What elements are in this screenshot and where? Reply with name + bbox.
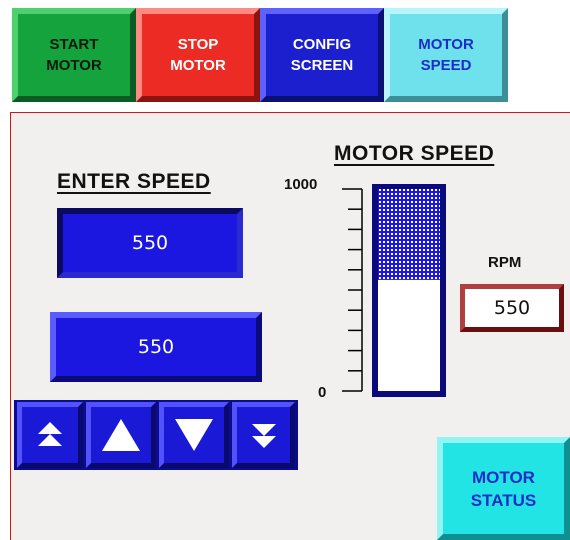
increase-button[interactable] [86, 402, 156, 468]
decrease-button[interactable] [159, 402, 229, 468]
motor-status-button[interactable]: MOTOR STATUS [437, 437, 570, 540]
gauge-bar-fill [378, 189, 440, 280]
start-motor-button[interactable]: START MOTOR [12, 8, 136, 102]
rpm-readout: 550 [460, 284, 564, 332]
speed-display: 550 [57, 208, 243, 278]
config-screen-button[interactable]: CONFIG SCREEN [260, 8, 384, 102]
motor-speed-button[interactable]: MOTOR SPEED [384, 8, 508, 102]
speed-input[interactable]: 550 [50, 312, 262, 382]
increase-icon [102, 419, 140, 451]
motor-speed-heading: MOTOR SPEED [334, 142, 495, 165]
speed-gauge [342, 184, 446, 397]
scale-max-label: 1000 [284, 176, 318, 193]
fast-increase-button[interactable] [17, 402, 83, 468]
enter-speed-heading: ENTER SPEED [57, 170, 211, 193]
stop-motor-button[interactable]: STOP MOTOR [136, 8, 260, 102]
fast-increase-icon [38, 422, 62, 446]
speed-step-controls [14, 400, 298, 470]
scale-min-label: 0 [318, 384, 327, 401]
fast-decrease-button[interactable] [232, 402, 295, 468]
gauge-scale [342, 188, 363, 392]
rpm-label: RPM [488, 254, 522, 271]
fast-decrease-icon [251, 424, 276, 448]
decrease-icon [175, 419, 213, 451]
